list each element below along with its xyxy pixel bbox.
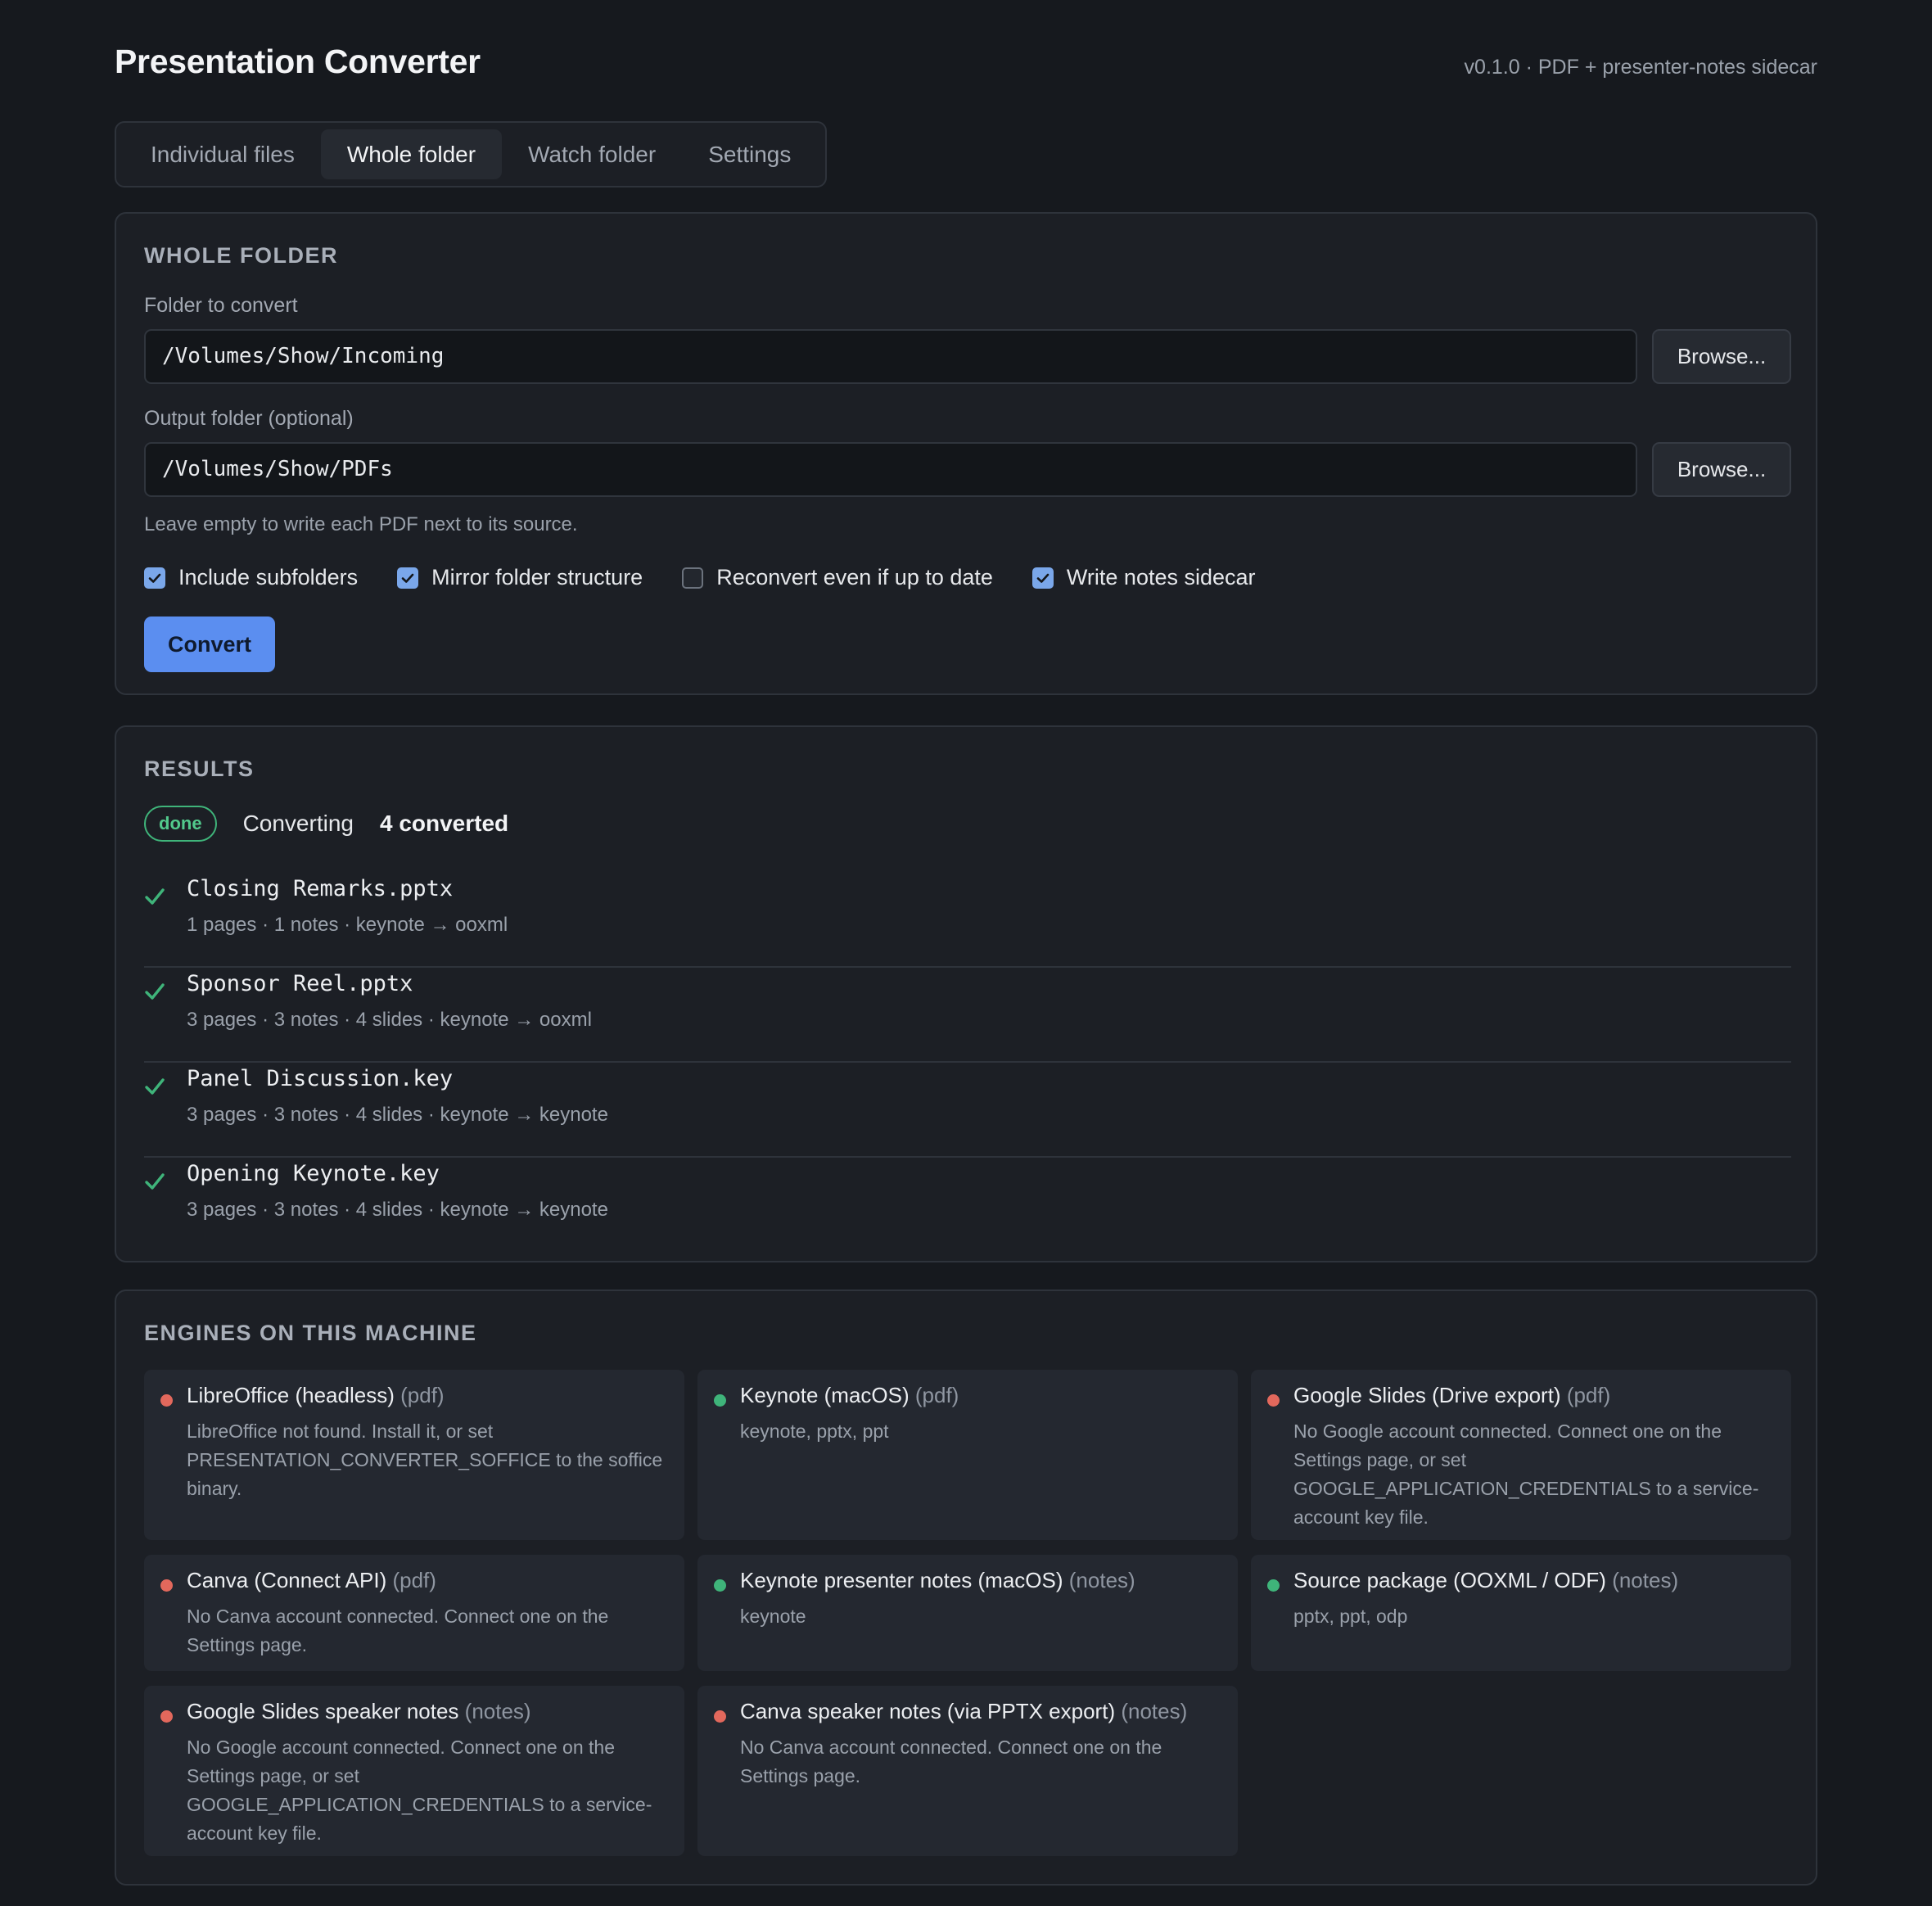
status-dot-icon [714, 1394, 726, 1407]
result-item: Opening Keynote.key 3 pages · 3 notes · … [144, 1158, 1791, 1253]
engine-card-canva: Canva (Connect API) (pdf) No Canva accou… [144, 1555, 684, 1671]
tab-settings[interactable]: Settings [682, 129, 817, 179]
success-check-icon [145, 888, 165, 905]
section-title: WHOLE FOLDER [144, 243, 338, 268]
engine-card-google-slides: Google Slides (Drive export) (pdf) No Go… [1251, 1370, 1791, 1540]
result-file-name: Closing Remarks.pptx [187, 876, 454, 901]
results-list: Closing Remarks.pptx 1 pages · 1 notes ·… [144, 873, 1791, 1253]
engine-card-libreoffice: LibreOffice (headless) (pdf) LibreOffice… [144, 1370, 684, 1540]
engine-description: pptx, ppt, odp [1293, 1606, 1408, 1627]
status-dot-icon [714, 1710, 726, 1723]
app-header: Presentation Converter v0.1.0 · PDF + pr… [115, 0, 1817, 121]
engine-name: Google Slides speaker notes (notes) [187, 1699, 531, 1723]
folder-field-label: Folder to convert [144, 294, 298, 317]
whole-folder-panel: WHOLE FOLDER Folder to convert /Volumes/… [115, 212, 1817, 695]
app-page: Presentation Converter v0.1.0 · PDF + pr… [115, 0, 1817, 1886]
success-check-icon [145, 983, 165, 1000]
result-file-name: Opening Keynote.key [187, 1161, 440, 1186]
app-title: Presentation Converter [115, 43, 481, 80]
engine-description: No Google account connected. Connect one… [187, 1737, 652, 1844]
tab-individual-files[interactable]: Individual files [124, 129, 321, 179]
status-dot-icon [714, 1579, 726, 1592]
version-label: v0.1.0 · PDF + presenter-notes sidecar [1464, 56, 1817, 79]
result-file-meta: 3 pages · 3 notes · 4 slides · keynote →… [187, 1199, 608, 1221]
engine-description: No Google account connected. Connect one… [1293, 1420, 1759, 1528]
checkbox-unchecked-icon [682, 567, 704, 589]
engine-name: LibreOffice (headless) (pdf) [187, 1383, 445, 1407]
folder-input[interactable]: /Volumes/Show/Incoming [144, 329, 1637, 384]
engine-card-source-package: Source package (OOXML / ODF) (notes) ppt… [1251, 1555, 1791, 1671]
status-dot-icon [160, 1579, 173, 1592]
result-file-meta: 3 pages · 3 notes · 4 slides · keynote →… [187, 1009, 592, 1031]
engine-description: keynote, pptx, ppt [740, 1420, 889, 1442]
success-check-icon [145, 1173, 165, 1190]
results-panel: RESULTS done Converting 4 converted Clos… [115, 725, 1817, 1262]
result-item: Closing Remarks.pptx 1 pages · 1 notes ·… [144, 873, 1791, 968]
checkbox-checked-icon [397, 567, 419, 589]
status-badge: done [144, 806, 217, 842]
converted-count: 4 converted [379, 811, 509, 836]
section-title: ENGINES ON THIS MACHINE [144, 1321, 477, 1345]
convert-button[interactable]: Convert [144, 617, 275, 672]
checkbox-label: Reconvert even if up to date [716, 565, 993, 589]
engine-description: LibreOffice not found. Install it, or se… [187, 1420, 663, 1499]
output-hint: Leave empty to write each PDF next to it… [144, 513, 578, 535]
result-file-meta: 1 pages · 1 notes · keynote → ooxml [187, 914, 508, 936]
checkbox-label: Write notes sidecar [1066, 565, 1256, 589]
engine-card-canva-notes: Canva speaker notes (via PPTX export) (n… [697, 1686, 1238, 1856]
output-folder-input[interactable]: /Volumes/Show/PDFs [144, 442, 1637, 497]
engine-card-google-slides-notes: Google Slides speaker notes (notes) No G… [144, 1686, 684, 1856]
browse-output-button[interactable]: Browse... [1652, 442, 1791, 497]
include-subfolders-checkbox[interactable]: Include subfolders [144, 565, 358, 590]
tab-bar: Individual files Whole folder Watch fold… [115, 121, 828, 187]
browse-folder-button[interactable]: Browse... [1652, 329, 1791, 384]
engine-description: keynote [740, 1606, 806, 1627]
engine-description: No Canva account connected. Connect one … [187, 1606, 609, 1655]
tab-watch-folder[interactable]: Watch folder [502, 129, 682, 179]
engine-name: Canva (Connect API) (pdf) [187, 1568, 436, 1592]
checkbox-label: Include subfolders [178, 565, 359, 589]
output-field-label: Output folder (optional) [144, 407, 354, 430]
result-item: Sponsor Reel.pptx 3 pages · 3 notes · 4 … [144, 968, 1791, 1063]
status-dot-icon [160, 1710, 173, 1723]
checkbox-label: Mirror folder structure [431, 565, 643, 589]
result-file-name: Sponsor Reel.pptx [187, 971, 413, 996]
checkbox-checked-icon [1031, 567, 1054, 589]
status-dot-icon [1267, 1394, 1280, 1407]
engine-name: Google Slides (Drive export) (pdf) [1293, 1383, 1611, 1407]
success-check-icon [145, 1078, 165, 1095]
engine-name: Keynote presenter notes (macOS) (notes) [740, 1568, 1135, 1592]
engine-card-keynote: Keynote (macOS) (pdf) keynote, pptx, ppt [697, 1370, 1238, 1540]
status-dot-icon [160, 1394, 173, 1407]
mirror-structure-checkbox[interactable]: Mirror folder structure [397, 565, 643, 590]
engine-card-keynote-notes: Keynote presenter notes (macOS) (notes) … [697, 1555, 1238, 1671]
checkbox-checked-icon [144, 567, 165, 589]
reconvert-checkbox[interactable]: Reconvert even if up to date [682, 565, 993, 590]
engine-name: Canva speaker notes (via PPTX export) (n… [740, 1699, 1188, 1723]
options-row: Include subfolders Mirror folder structu… [144, 565, 1295, 590]
results-status-row: done Converting 4 converted [144, 806, 508, 842]
result-file-name: Panel Discussion.key [187, 1066, 454, 1091]
tab-whole-folder[interactable]: Whole folder [320, 129, 503, 179]
engine-description: No Canva account connected. Connect one … [740, 1737, 1162, 1786]
result-item: Panel Discussion.key 3 pages · 3 notes ·… [144, 1063, 1791, 1158]
write-notes-sidecar-checkbox[interactable]: Write notes sidecar [1031, 565, 1256, 590]
engine-name: Source package (OOXML / ODF) (notes) [1293, 1568, 1679, 1592]
section-title: RESULTS [144, 757, 255, 781]
engines-panel: ENGINES ON THIS MACHINE LibreOffice (hea… [115, 1289, 1817, 1886]
status-dot-icon [1267, 1579, 1280, 1592]
status-text: Converting [242, 811, 354, 836]
result-file-meta: 3 pages · 3 notes · 4 slides · keynote →… [187, 1104, 608, 1126]
engine-name: Keynote (macOS) (pdf) [740, 1383, 959, 1407]
